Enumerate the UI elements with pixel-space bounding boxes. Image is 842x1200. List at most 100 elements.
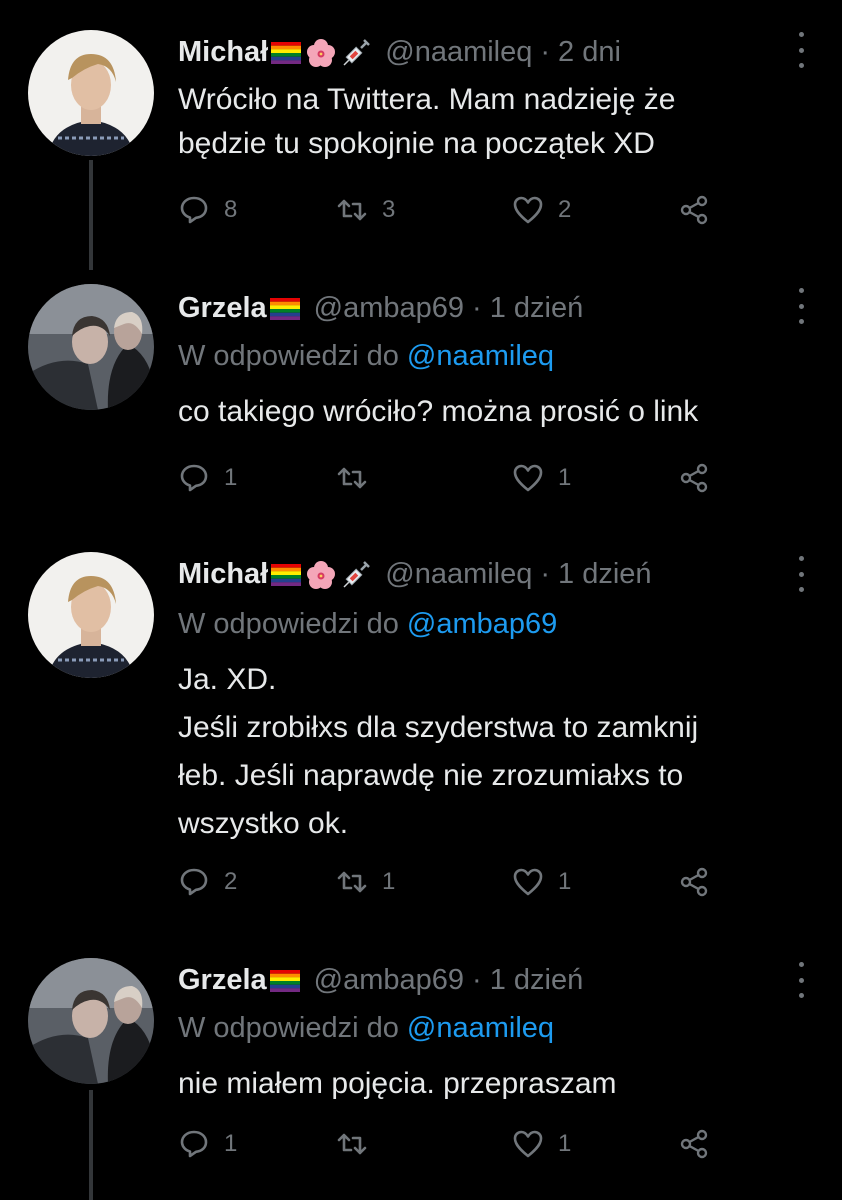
reply-count: 2: [224, 868, 238, 895]
share-icon: [680, 867, 708, 897]
tweet-text-line: Jeśli zrobiłxs dla szyderstwa to zamknij: [178, 711, 699, 744]
reply-prefix: W odpowiedzi do: [178, 340, 399, 372]
retweet-button[interactable]: 1: [336, 866, 395, 898]
display-name[interactable]: Michał: [178, 36, 268, 69]
share-button[interactable]: [678, 462, 710, 494]
retweet-icon: [337, 871, 367, 893]
hibiscus-icon: [306, 38, 336, 68]
reply-prefix: W odpowiedzi do: [178, 608, 399, 640]
reply-icon: [180, 196, 208, 224]
retweet-icon: [337, 467, 367, 489]
avatar[interactable]: [28, 30, 154, 156]
tweet-header: Michał @naamileq · 2 dni: [178, 36, 621, 69]
display-name[interactable]: Grzela: [178, 964, 267, 997]
share-icon: [680, 463, 708, 493]
reply-count: 8: [224, 196, 238, 223]
reply-button[interactable]: 8: [178, 194, 237, 226]
rainbow-flag-icon: [271, 41, 302, 64]
rainbow-flag-icon: [269, 297, 300, 320]
separator: ·: [472, 292, 482, 324]
tweet[interactable]: Grzela @ambap69 · 1 dzień W odpowiedzi d…: [0, 948, 842, 1200]
tweet-text-line: nie miałem pojęcia. przepraszam: [178, 1067, 617, 1100]
avatar-image-icon: [28, 958, 154, 1084]
tweet-text-line: wszystko ok.: [178, 807, 349, 840]
tweet-actions: 1 1: [178, 1128, 738, 1168]
tweet-text-line: co takiego wróciło? można prosić o link: [178, 395, 699, 428]
reply-context: W odpowiedzi do @ambap69: [178, 608, 557, 641]
rainbow-flag-icon: [269, 969, 300, 992]
thread-line: [89, 1090, 93, 1200]
hibiscus-icon: [306, 560, 336, 590]
tweet-text: Ja. XD. Jeśli zrobiłxs dla szyderstwa to…: [178, 656, 698, 848]
avatar[interactable]: [28, 552, 154, 678]
reply-context: W odpowiedzi do @naamileq: [178, 1012, 554, 1045]
more-options-icon[interactable]: [796, 556, 806, 592]
tweet-actions: 1 1: [178, 462, 738, 502]
reply-button[interactable]: 2: [178, 866, 237, 898]
tweet[interactable]: Michał @naamileq · 1 dzień W odpowiedzi …: [0, 538, 842, 948]
rainbow-flag-icon: [271, 563, 302, 586]
tweet[interactable]: Michał @naamileq · 2 dni Wróciło na Twit…: [0, 0, 842, 270]
tweet-text-line: Wróciło na Twittera. Mam nadzieję że: [178, 83, 676, 116]
share-button[interactable]: [678, 1128, 710, 1160]
reply-icon: [180, 464, 208, 492]
tweet-text: nie miałem pojęcia. przepraszam: [178, 1062, 617, 1106]
tweet-text-line: będzie tu spokojnie na początek XD: [178, 127, 655, 160]
display-name[interactable]: Grzela: [178, 292, 267, 325]
heart-icon: [513, 1130, 543, 1158]
reply-icon: [180, 868, 208, 896]
like-button[interactable]: 1: [512, 462, 571, 494]
retweet-button[interactable]: [336, 1128, 382, 1160]
like-count: 1: [558, 1130, 572, 1157]
avatar[interactable]: [28, 958, 154, 1084]
tweet-actions: 8 3 2: [178, 194, 738, 234]
avatar-image-icon: [28, 284, 154, 410]
tweet-text: Wróciło na Twittera. Mam nadzieję że będ…: [178, 78, 675, 166]
like-button[interactable]: 2: [512, 194, 571, 226]
retweet-button[interactable]: 3: [336, 194, 395, 226]
handle[interactable]: @naamileq: [385, 558, 532, 591]
share-button[interactable]: [678, 194, 710, 226]
mention-link[interactable]: @naamileq: [407, 340, 554, 372]
timestamp[interactable]: 1 dzień: [558, 558, 652, 591]
tweet-header: Michał @naamileq · 1 dzień: [178, 558, 652, 591]
reply-button[interactable]: 1: [178, 462, 237, 494]
heart-icon: [513, 868, 543, 896]
reply-context: W odpowiedzi do @naamileq: [178, 340, 554, 373]
retweet-button[interactable]: [336, 462, 382, 494]
reply-button[interactable]: 1: [178, 1128, 237, 1160]
avatar-image-icon: [28, 30, 154, 156]
handle[interactable]: @ambap69: [314, 292, 464, 325]
handle[interactable]: @ambap69: [314, 964, 464, 997]
mention-link[interactable]: @naamileq: [407, 1012, 554, 1044]
more-options-icon[interactable]: [796, 288, 806, 324]
mention-link[interactable]: @ambap69: [407, 608, 557, 640]
reply-icon: [180, 1130, 208, 1158]
retweet-count: 1: [382, 868, 396, 895]
timestamp[interactable]: 2 dni: [558, 36, 621, 69]
more-options-icon[interactable]: [796, 32, 806, 68]
share-icon: [680, 195, 708, 225]
tweet-text-line: łeb. Jeśli naprawdę nie zrozumiałxs to: [178, 759, 684, 792]
retweet-icon: [337, 1133, 367, 1155]
reply-count: 1: [224, 1130, 238, 1157]
avatar-image-icon: [28, 552, 154, 678]
reply-count: 1: [224, 464, 238, 491]
more-options-icon[interactable]: [796, 962, 806, 998]
thread-line: [89, 160, 93, 270]
display-name[interactable]: Michał: [178, 558, 268, 591]
syringe-icon: [341, 560, 371, 590]
tweet[interactable]: Grzela @ambap69 · 1 dzień W odpowiedzi d…: [0, 270, 842, 538]
retweet-count: 3: [382, 196, 396, 223]
timestamp[interactable]: 1 dzień: [490, 964, 584, 997]
tweet-text-line: Ja. XD.: [178, 663, 277, 696]
handle[interactable]: @naamileq: [385, 36, 532, 69]
avatar[interactable]: [28, 284, 154, 410]
like-count: 2: [558, 196, 572, 223]
timestamp[interactable]: 1 dzień: [490, 292, 584, 325]
tweet-header: Grzela @ambap69 · 1 dzień: [178, 292, 583, 325]
like-button[interactable]: 1: [512, 1128, 571, 1160]
like-button[interactable]: 1: [512, 866, 571, 898]
share-button[interactable]: [678, 866, 710, 898]
reply-prefix: W odpowiedzi do: [178, 1012, 399, 1044]
